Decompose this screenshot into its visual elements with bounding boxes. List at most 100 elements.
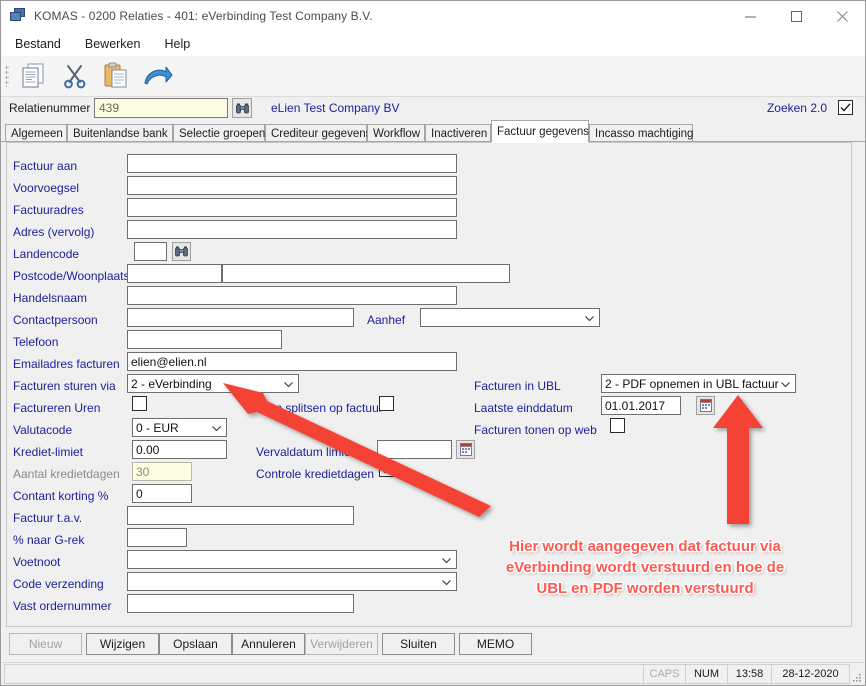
tab-strip: Algemeen Buitenlandse bank Selectie groe… bbox=[1, 120, 865, 143]
select-code-verzending[interactable] bbox=[127, 572, 457, 591]
input-contactpersoon[interactable] bbox=[127, 308, 354, 327]
verwijderen-button[interactable]: Verwijderen bbox=[305, 633, 378, 655]
input-emailadres-facturen[interactable]: elien@elien.nl bbox=[127, 352, 457, 371]
chevron-down-icon bbox=[211, 422, 222, 433]
tab-selectie-groepen[interactable]: Selectie groepen bbox=[173, 124, 265, 142]
input-factuur-aan[interactable] bbox=[127, 154, 457, 173]
label-uren-splitsen-op-factuur: Uren splitsen op factuur bbox=[256, 401, 383, 415]
label-aanhef: Aanhef bbox=[367, 313, 406, 327]
input-laatste-einddatum[interactable]: 01.01.2017 bbox=[601, 396, 681, 415]
input-aantal-kredietdagen: 30 bbox=[132, 462, 192, 481]
tab-factuur-gegevens[interactable]: Factuur gegevens bbox=[491, 120, 589, 143]
clipboard-paste-icon[interactable] bbox=[95, 57, 136, 95]
copy-documents-icon[interactable] bbox=[13, 57, 54, 95]
input-krediet-limiet[interactable]: 0.00 bbox=[132, 440, 227, 459]
select-aanhef[interactable] bbox=[420, 308, 600, 327]
menu-item-bewerken[interactable]: Bewerken bbox=[75, 34, 151, 54]
maximize-button[interactable] bbox=[773, 1, 819, 31]
memo-button[interactable]: MEMO bbox=[459, 633, 532, 655]
tab-incasso-machtiging[interactable]: Incasso machtiging bbox=[589, 124, 693, 142]
menu-item-bestand[interactable]: Bestand bbox=[5, 34, 71, 54]
label-vast-ordernummer: Vast ordernummer bbox=[13, 599, 112, 613]
select-valutacode[interactable]: 0 - EUR bbox=[132, 418, 227, 437]
input-postcode[interactable] bbox=[127, 264, 222, 283]
input-vast-ordernummer[interactable] bbox=[127, 594, 354, 613]
toolbar-gripper[interactable] bbox=[5, 65, 9, 87]
select-facturen-sturen-via-value: 2 - eVerbinding bbox=[131, 377, 212, 391]
scissors-cut-icon[interactable] bbox=[54, 57, 95, 95]
input-voorvoegsel[interactable] bbox=[127, 176, 457, 195]
label-voorvoegsel: Voorvoegsel bbox=[13, 181, 80, 195]
label-krediet-limiet: Krediet-limiet bbox=[13, 445, 84, 459]
tab-workflow[interactable]: Workflow bbox=[367, 124, 425, 142]
menu-bar: Bestand Bewerken Help bbox=[1, 31, 865, 56]
input-vervaldatum-limiet[interactable] bbox=[377, 440, 452, 459]
opslaan-button[interactable]: Opslaan bbox=[159, 633, 232, 655]
status-bar: CAPS NUM 13:58 28-12-2020 bbox=[2, 662, 864, 685]
input-factuur-tav[interactable] bbox=[127, 506, 354, 525]
select-voetnoot[interactable] bbox=[127, 550, 457, 569]
label-contactpersoon: Contactpersoon bbox=[13, 313, 98, 327]
tab-inactiveren[interactable]: Inactiveren bbox=[425, 124, 491, 142]
checkbox-facturen-tonen-op-web[interactable] bbox=[610, 418, 625, 433]
company-name-label: eLien Test Company BV bbox=[271, 101, 400, 115]
calendar-picker-icon[interactable] bbox=[456, 440, 475, 459]
select-facturen-in-ubl[interactable]: 2 - PDF opnemen in UBL factuur bbox=[601, 374, 796, 393]
nieuw-button[interactable]: Nieuw bbox=[9, 633, 82, 655]
label-naar-g-rek: % naar G-rek bbox=[13, 533, 85, 547]
window-controls bbox=[727, 1, 865, 31]
application-window: KOMAS - 0200 Relaties - 401: eVerbinding… bbox=[0, 0, 866, 686]
tab-buitenlandse-bank[interactable]: Buitenlandse bank bbox=[67, 124, 173, 142]
input-landencode[interactable] bbox=[134, 242, 167, 261]
binoculars-icon[interactable] bbox=[232, 98, 252, 118]
checkbox-controle-kredietdagen[interactable] bbox=[379, 462, 394, 477]
status-time: 13:58 bbox=[728, 664, 772, 684]
chevron-down-icon bbox=[283, 378, 294, 389]
label-valutacode: Valutacode bbox=[13, 423, 73, 437]
status-num: NUM bbox=[686, 664, 728, 684]
chevron-down-icon bbox=[780, 378, 791, 389]
menu-item-help[interactable]: Help bbox=[154, 34, 200, 54]
blue-arrow-undo-icon[interactable] bbox=[136, 57, 177, 95]
label-laatste-einddatum: Laatste einddatum bbox=[474, 401, 573, 415]
label-controle-kredietdagen: Controle kredietdagen bbox=[256, 467, 375, 481]
label-factuur-aan: Factuur aan bbox=[13, 159, 78, 173]
zoeken-version-label: Zoeken 2.0 bbox=[766, 101, 827, 115]
label-vervaldatum-limiet: Vervaldatum limiet bbox=[256, 445, 355, 459]
input-naar-g-rek[interactable] bbox=[127, 528, 187, 547]
input-factuuradres[interactable] bbox=[127, 198, 457, 217]
chevron-down-icon bbox=[441, 554, 452, 565]
label-facturen-sturen-via: Facturen sturen via bbox=[13, 379, 116, 393]
resize-grip-icon[interactable] bbox=[850, 663, 864, 685]
label-facturen-tonen-op-web: Facturen tonen op web bbox=[474, 423, 597, 437]
relation-row: Relatienummer 439 eLien Test Company BV … bbox=[1, 97, 865, 121]
select-facturen-sturen-via[interactable]: 2 - eVerbinding bbox=[127, 374, 299, 393]
calendar-picker-icon[interactable] bbox=[696, 396, 715, 415]
minimize-button[interactable] bbox=[727, 1, 773, 31]
relatienummer-input[interactable]: 439 bbox=[94, 98, 228, 118]
select-valutacode-value: 0 - EUR bbox=[136, 421, 179, 435]
label-voetnoot: Voetnoot bbox=[13, 555, 61, 569]
annuleren-button[interactable]: Annuleren bbox=[232, 633, 305, 655]
status-message bbox=[4, 664, 644, 684]
tab-algemeen[interactable]: Algemeen bbox=[5, 124, 67, 142]
tab-crediteur-gegevens[interactable]: Crediteur gegevens bbox=[265, 124, 371, 142]
input-telefoon[interactable] bbox=[127, 330, 282, 349]
chevron-down-icon bbox=[441, 576, 452, 587]
label-aantal-kredietdagen: Aantal kredietdagen bbox=[13, 467, 120, 481]
binoculars-icon[interactable] bbox=[172, 242, 191, 261]
input-woonplaats[interactable] bbox=[222, 264, 510, 283]
zoeken-checkbox[interactable] bbox=[838, 100, 853, 115]
label-landencode: Landencode bbox=[13, 247, 80, 261]
close-button[interactable] bbox=[819, 1, 865, 31]
checkbox-factureren-uren[interactable] bbox=[132, 396, 147, 411]
label-factuuradres: Factuuradres bbox=[13, 203, 84, 217]
input-handelsnaam[interactable] bbox=[127, 286, 457, 305]
title-bar: KOMAS - 0200 Relaties - 401: eVerbinding… bbox=[1, 1, 865, 31]
input-contant-korting[interactable]: 0 bbox=[132, 484, 192, 503]
input-adres-vervolg[interactable] bbox=[127, 220, 457, 239]
checkbox-uren-splitsen-op-factuur[interactable] bbox=[379, 396, 394, 411]
sluiten-button[interactable]: Sluiten bbox=[382, 633, 455, 655]
wijzigen-button[interactable]: Wijzigen bbox=[86, 633, 159, 655]
chevron-down-icon bbox=[584, 312, 595, 323]
